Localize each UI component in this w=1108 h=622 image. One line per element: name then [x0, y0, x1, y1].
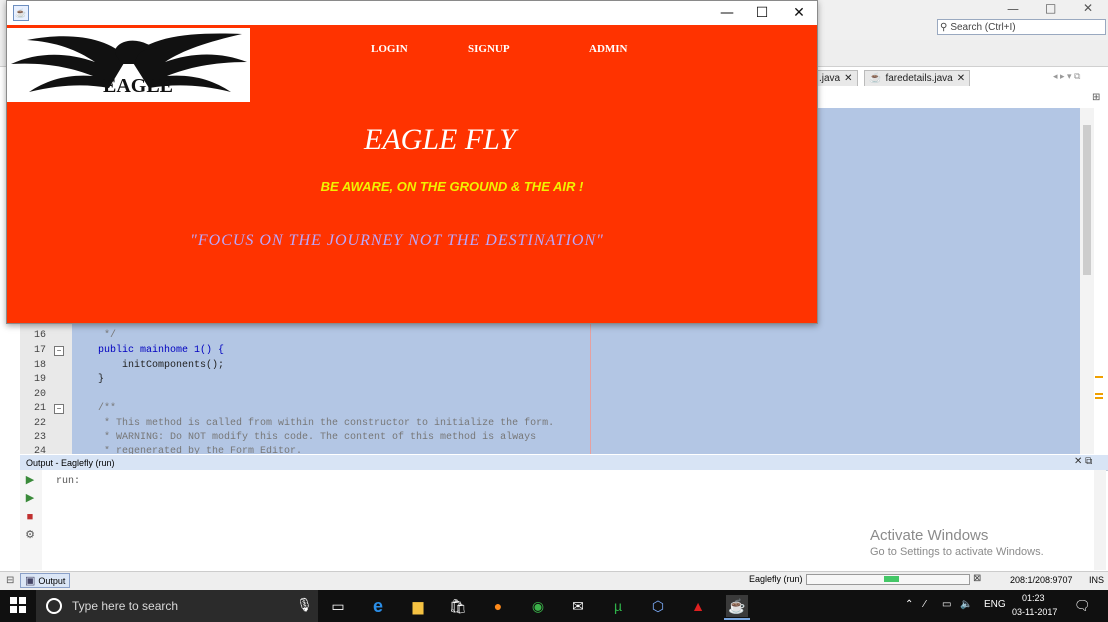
settings-icon[interactable]: ⚙: [24, 529, 36, 541]
error-stripe-marker[interactable]: [1095, 397, 1103, 399]
stop-icon[interactable]: ■: [24, 511, 36, 523]
active-app-indicator: [724, 618, 750, 620]
search-icon: ⚲: [940, 21, 948, 33]
rerun-icon[interactable]: ▶: [24, 474, 36, 486]
firefox-icon[interactable]: ●: [488, 596, 508, 616]
code-line: public mainhome 1() {: [98, 345, 225, 356]
console-text: run:: [56, 476, 81, 487]
output-tab[interactable]: ▣ Output: [20, 573, 71, 588]
language-indicator[interactable]: ENG: [984, 599, 1006, 610]
ide-close-button[interactable]: ✕: [1083, 1, 1093, 15]
app-title: EAGLE FLY: [364, 123, 516, 156]
ide-minimize-button[interactable]: —: [1007, 2, 1019, 16]
right-margin-line: [590, 324, 591, 454]
microphone-icon[interactable]: 🎙: [296, 597, 313, 613]
tab-scroll-arrows-icon[interactable]: ◂ ▸ ▾ ⧉: [1053, 71, 1080, 82]
line-number: 22: [33, 418, 46, 429]
edge-icon[interactable]: e: [368, 596, 388, 616]
ide-maximize-button[interactable]: □: [1045, 1, 1056, 15]
caret-position: 208:1/208:9707: [1010, 575, 1073, 585]
app-quote: "FOCUS ON THE JOURNEY NOT THE DESTINATIO…: [190, 232, 604, 249]
windows-start-icon[interactable]: [10, 597, 26, 613]
minimize-button[interactable]: —: [707, 4, 747, 22]
java-window-icon: ☕: [13, 5, 29, 21]
maximize-button[interactable]: ☐: [742, 4, 782, 22]
close-icon[interactable]: ✕: [957, 73, 965, 84]
nav-login-link[interactable]: LOGIN: [371, 43, 408, 55]
line-number: 23: [33, 432, 46, 443]
fold-toggle-icon[interactable]: −: [54, 346, 64, 356]
line-number: 21: [33, 403, 46, 414]
logo-wordmark: EAGLE: [103, 75, 173, 97]
ide-search-input[interactable]: ⚲ Search (Ctrl+I): [937, 19, 1106, 35]
line-number: 24: [33, 446, 46, 454]
battery-icon[interactable]: ▭: [942, 599, 951, 610]
taskbar-search-box[interactable]: Type here to search: [36, 590, 318, 622]
file-explorer-icon[interactable]: ▆: [408, 596, 428, 616]
run-progress-fill: [884, 576, 899, 582]
eagle-logo-graphic: EAGLE: [11, 33, 247, 97]
run-status-label[interactable]: Eaglefly (run): [749, 574, 803, 584]
system-tray: ⌃ ⁄ ▭ 🔈 ENG 01:23 03-11-2017 🗨: [900, 590, 1108, 622]
maximize-editor-icon[interactable]: ⊞: [1092, 92, 1100, 103]
eagle-fly-window: ☕ — ☐ ✕ EAGLE LOGIN SIGNUP ADMIN EAGLE F…: [6, 0, 818, 324]
error-stripe-marker[interactable]: [1095, 376, 1103, 378]
utorrent-icon[interactable]: µ: [608, 596, 628, 616]
volume-icon[interactable]: 🔈: [960, 599, 972, 610]
acrobat-icon[interactable]: ▲: [688, 596, 708, 616]
line-number: 19: [33, 374, 46, 385]
code-line: /**: [98, 403, 117, 414]
output-scrollbar[interactable]: [1094, 470, 1106, 570]
code-line: */: [98, 330, 117, 341]
java-app-icon[interactable]: ☕: [726, 595, 748, 617]
nav-admin-link[interactable]: ADMIN: [589, 43, 628, 55]
insert-mode: INS: [1089, 575, 1105, 585]
cancel-task-icon[interactable]: ⊠: [973, 573, 981, 584]
output-toggle-icon[interactable]: ⊟: [6, 575, 14, 586]
nav-signup-link[interactable]: SIGNUP: [468, 43, 510, 55]
fold-toggle-icon[interactable]: −: [54, 404, 64, 414]
editor-tab-1[interactable]: .java ✕: [814, 70, 858, 86]
cortana-icon: [46, 598, 62, 614]
line-number: 18: [33, 360, 46, 371]
clock-date[interactable]: 03-11-2017: [1012, 607, 1057, 617]
line-number: 20: [33, 389, 46, 400]
chrome-icon[interactable]: ◉: [528, 596, 548, 616]
eagle-logo: EAGLE: [7, 28, 250, 102]
clock-time[interactable]: 01:23: [1022, 593, 1045, 603]
activate-windows-watermark: Activate Windows Go to Settings to activ…: [870, 527, 1044, 558]
task-view-icon[interactable]: ▭: [328, 596, 348, 616]
code-line: * WARNING: Do NOT modify this code. The …: [98, 432, 537, 443]
close-button[interactable]: ✕: [779, 4, 819, 22]
window-titlebar[interactable]: [7, 1, 817, 25]
output-panel-header: Output - Eaglefly (run): [20, 455, 1108, 471]
mail-icon[interactable]: ✉: [568, 596, 588, 616]
close-icon[interactable]: ✕: [844, 73, 852, 84]
network-icon[interactable]: ⁄: [924, 599, 926, 610]
virtualbox-icon[interactable]: ⬡: [648, 596, 668, 616]
error-stripe-marker[interactable]: [1095, 393, 1103, 395]
chevron-up-icon[interactable]: ⌃: [905, 599, 913, 610]
editor-scrollbar-thumb[interactable]: [1083, 125, 1091, 275]
java-file-icon: ☕: [869, 73, 882, 84]
store-icon[interactable]: 🛍: [448, 596, 468, 616]
code-line: * regenerated by the Form Editor.: [98, 446, 303, 454]
line-number: 16: [33, 330, 46, 341]
line-number: 17: [33, 345, 46, 356]
console-icon: ▣: [25, 575, 36, 587]
code-line: * This method is called from within the …: [98, 418, 555, 429]
notifications-icon[interactable]: 🗨: [1074, 598, 1091, 614]
code-line: }: [98, 374, 105, 385]
app-tagline: BE AWARE, ON THE GROUND & THE AIR !: [320, 179, 584, 194]
close-output-icon[interactable]: ✕ ⧉: [1074, 456, 1092, 467]
editor-tab-faredetails[interactable]: ☕ faredetails.java ✕: [864, 70, 971, 86]
rerun-with-params-icon[interactable]: ▶: [24, 492, 36, 504]
code-line: initComponents();: [98, 360, 225, 371]
